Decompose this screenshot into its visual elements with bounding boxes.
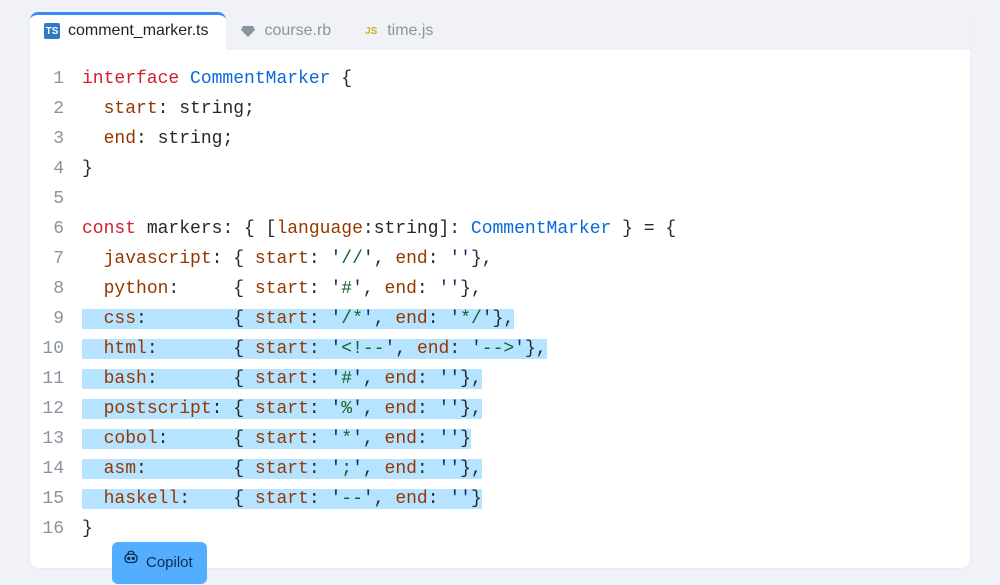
- line-number: 11: [30, 364, 82, 394]
- code-line: 4 }: [30, 154, 970, 184]
- line-number: 15: [30, 484, 82, 514]
- code-line: 8 python: { start: '#', end: ''},: [30, 274, 970, 304]
- tab-comment-marker[interactable]: TS comment_marker.ts: [30, 12, 226, 50]
- line-number: 13: [30, 424, 82, 454]
- code-line: 9 css: { start: '/*', end: '*/'},: [30, 304, 970, 334]
- tab-label: comment_marker.ts: [68, 22, 208, 40]
- line-number: 1: [30, 64, 82, 94]
- code-line: 7 javascript: { start: '//', end: ''},: [30, 244, 970, 274]
- line-number: 4: [30, 154, 82, 184]
- line-number: 14: [30, 454, 82, 484]
- line-number: 3: [30, 124, 82, 154]
- line-number: 6: [30, 214, 82, 244]
- code-editor[interactable]: 1 interface CommentMarker { 2 start: str…: [30, 50, 970, 568]
- line-number: 5: [30, 184, 82, 214]
- typescript-icon: TS: [44, 23, 60, 39]
- tab-label: course.rb: [264, 22, 331, 40]
- code-line: 16 }: [30, 514, 970, 544]
- code-line: 14 asm: { start: ';', end: ''},: [30, 454, 970, 484]
- javascript-icon: JS: [363, 23, 379, 39]
- line-number: 12: [30, 394, 82, 424]
- line-number: 9: [30, 304, 82, 334]
- code-line: 5: [30, 184, 970, 214]
- ruby-icon: [240, 23, 256, 39]
- copilot-suggestion-pill[interactable]: Copilot: [112, 542, 207, 584]
- line-number: 16: [30, 514, 82, 544]
- line-number: 7: [30, 244, 82, 274]
- copilot-label: Copilot: [146, 548, 193, 578]
- code-line: 13 cobol: { start: '*', end: ''}: [30, 424, 970, 454]
- tab-course-rb[interactable]: course.rb: [226, 12, 349, 50]
- code-line: 12 postscript: { start: '%', end: ''},: [30, 394, 970, 424]
- code-line: 10 html: { start: '<!--', end: '-->'},: [30, 334, 970, 364]
- code-line: 15 haskell: { start: '--', end: ''}: [30, 484, 970, 514]
- code-line: 2 start: string;: [30, 94, 970, 124]
- tab-label: time.js: [387, 22, 433, 40]
- line-number: 2: [30, 94, 82, 124]
- editor-window: TS comment_marker.ts course.rb JS time.j…: [30, 8, 970, 568]
- line-number: 8: [30, 274, 82, 304]
- line-number: 10: [30, 334, 82, 364]
- tab-time-js[interactable]: JS time.js: [349, 12, 451, 50]
- code-line: 3 end: string;: [30, 124, 970, 154]
- code-line: 11 bash: { start: '#', end: ''},: [30, 364, 970, 394]
- code-line: 1 interface CommentMarker {: [30, 64, 970, 94]
- code-line: 6 const markers: { [language:string]: Co…: [30, 214, 970, 244]
- tab-bar: TS comment_marker.ts course.rb JS time.j…: [30, 8, 970, 50]
- copilot-icon: [122, 548, 140, 578]
